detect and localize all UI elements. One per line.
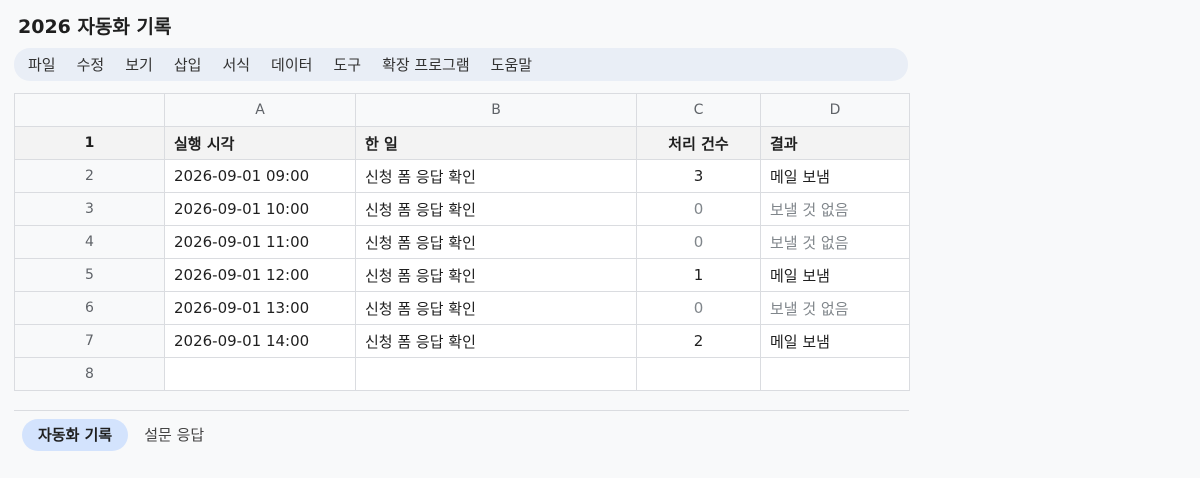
cell-task[interactable]: 신청 폼 응답 확인 bbox=[355, 192, 637, 226]
cell-count[interactable] bbox=[636, 357, 761, 391]
column-header-b[interactable]: B bbox=[355, 93, 637, 127]
menu-bar: 파일 수정 보기 삽입 서식 데이터 도구 확장 프로그램 도움말 bbox=[14, 48, 908, 81]
cell-time[interactable]: 2026-09-01 11:00 bbox=[164, 225, 356, 259]
cell-task[interactable]: 신청 폼 응답 확인 bbox=[355, 225, 637, 259]
cell-header-count[interactable]: 처리 건수 bbox=[636, 126, 761, 160]
row-header[interactable]: 7 bbox=[14, 324, 165, 358]
document-title[interactable]: 2026 자동화 기록 bbox=[18, 12, 172, 39]
cell-result[interactable]: 보낼 것 없음 bbox=[760, 225, 910, 259]
sheet-tab-automation-log[interactable]: 자동화 기록 bbox=[22, 419, 129, 451]
table-row: 5 2026-09-01 12:00 신청 폼 응답 확인 1 메일 보냄 bbox=[14, 258, 910, 292]
cell-task[interactable]: 신청 폼 응답 확인 bbox=[355, 291, 637, 325]
cell-time[interactable] bbox=[164, 357, 356, 391]
menu-help[interactable]: 도움말 bbox=[491, 54, 532, 75]
row-header[interactable]: 2 bbox=[14, 159, 165, 193]
cell-time[interactable]: 2026-09-01 12:00 bbox=[164, 258, 356, 292]
cell-header-task[interactable]: 한 일 bbox=[355, 126, 637, 160]
cell-count[interactable]: 0 bbox=[636, 225, 761, 259]
row-header[interactable]: 6 bbox=[14, 291, 165, 325]
table-row: 3 2026-09-01 10:00 신청 폼 응답 확인 0 보낼 것 없음 bbox=[14, 192, 910, 226]
cell-count[interactable]: 3 bbox=[636, 159, 761, 193]
column-header-c[interactable]: C bbox=[636, 93, 761, 127]
cell-result[interactable]: 메일 보냄 bbox=[760, 258, 910, 292]
menu-insert[interactable]: 삽입 bbox=[174, 54, 202, 75]
cell-result[interactable]: 보낼 것 없음 bbox=[760, 192, 910, 226]
menu-view[interactable]: 보기 bbox=[125, 54, 153, 75]
menu-data[interactable]: 데이터 bbox=[271, 54, 312, 75]
sheet-bar-divider bbox=[14, 410, 909, 411]
row-header[interactable]: 1 bbox=[14, 126, 165, 160]
row-header[interactable]: 4 bbox=[14, 225, 165, 259]
cell-time[interactable]: 2026-09-01 13:00 bbox=[164, 291, 356, 325]
cell-count[interactable]: 1 bbox=[636, 258, 761, 292]
menu-tools[interactable]: 도구 bbox=[333, 54, 361, 75]
row-header[interactable]: 5 bbox=[14, 258, 165, 292]
cell-task[interactable]: 신청 폼 응답 확인 bbox=[355, 258, 637, 292]
sheet-tab-survey-responses[interactable]: 설문 응답 bbox=[128, 419, 220, 451]
column-header-d[interactable]: D bbox=[760, 93, 910, 127]
cell-time[interactable]: 2026-09-01 14:00 bbox=[164, 324, 356, 358]
cell-result[interactable]: 보낼 것 없음 bbox=[760, 291, 910, 325]
cell-header-result[interactable]: 결과 bbox=[760, 126, 910, 160]
cell-time[interactable]: 2026-09-01 09:00 bbox=[164, 159, 356, 193]
menu-edit[interactable]: 수정 bbox=[77, 54, 105, 75]
spreadsheet-grid: A B C D 1 실행 시각 한 일 처리 건수 결과 2 2026-09-0… bbox=[14, 93, 910, 391]
sheet-tab-bar: 자동화 기록 설문 응답 bbox=[22, 419, 220, 451]
cell-header-time[interactable]: 실행 시각 bbox=[164, 126, 356, 160]
menu-format[interactable]: 서식 bbox=[222, 54, 250, 75]
row-header[interactable]: 8 bbox=[14, 357, 165, 391]
table-row: 4 2026-09-01 11:00 신청 폼 응답 확인 0 보낼 것 없음 bbox=[14, 225, 910, 259]
select-all-corner[interactable] bbox=[14, 93, 165, 127]
cell-count[interactable]: 2 bbox=[636, 324, 761, 358]
cell-task[interactable]: 신청 폼 응답 확인 bbox=[355, 324, 637, 358]
cell-time[interactable]: 2026-09-01 10:00 bbox=[164, 192, 356, 226]
table-header-row: 1 실행 시각 한 일 처리 건수 결과 bbox=[14, 126, 910, 160]
menu-file[interactable]: 파일 bbox=[28, 54, 56, 75]
table-row: 6 2026-09-01 13:00 신청 폼 응답 확인 0 보낼 것 없음 bbox=[14, 291, 910, 325]
cell-count[interactable]: 0 bbox=[636, 291, 761, 325]
cell-result[interactable]: 메일 보냄 bbox=[760, 159, 910, 193]
table-row: 8 bbox=[14, 357, 910, 391]
table-row: 7 2026-09-01 14:00 신청 폼 응답 확인 2 메일 보냄 bbox=[14, 324, 910, 358]
column-header-a[interactable]: A bbox=[164, 93, 356, 127]
cell-result[interactable]: 메일 보냄 bbox=[760, 324, 910, 358]
row-header[interactable]: 3 bbox=[14, 192, 165, 226]
cell-task[interactable]: 신청 폼 응답 확인 bbox=[355, 159, 637, 193]
cell-task[interactable] bbox=[355, 357, 637, 391]
table-row: 2 2026-09-01 09:00 신청 폼 응답 확인 3 메일 보냄 bbox=[14, 159, 910, 193]
menu-extensions[interactable]: 확장 프로그램 bbox=[382, 54, 470, 75]
cell-result[interactable] bbox=[760, 357, 910, 391]
cell-count[interactable]: 0 bbox=[636, 192, 761, 226]
